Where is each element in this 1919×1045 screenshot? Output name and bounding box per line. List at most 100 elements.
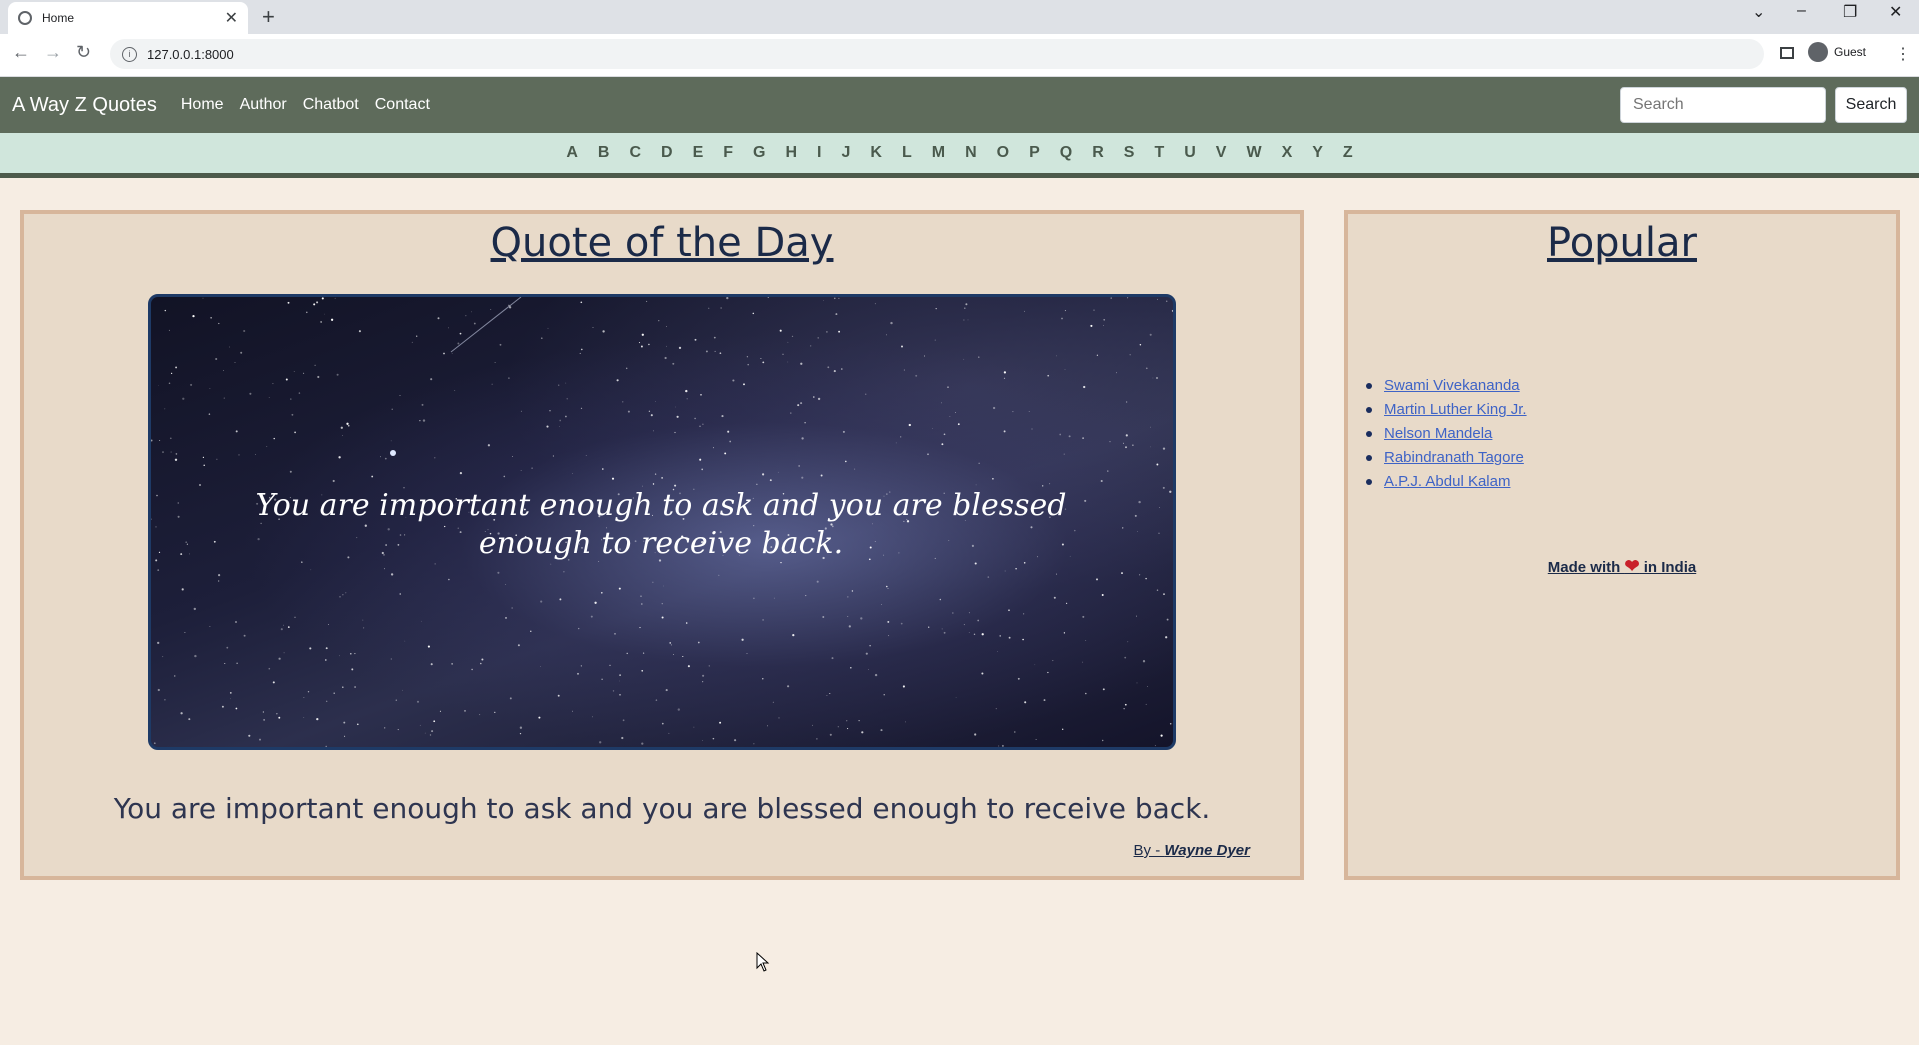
star [324, 659, 327, 661]
star [955, 697, 957, 698]
star [943, 433, 946, 436]
star [190, 383, 193, 386]
letter-link[interactable]: N [965, 144, 977, 162]
profile-button[interactable]: Guest [1808, 42, 1866, 62]
star [981, 633, 984, 636]
star [773, 597, 775, 599]
tab-search-icon[interactable]: ⌄ [1752, 2, 1765, 22]
star [974, 733, 977, 736]
star [209, 388, 211, 389]
letter-link[interactable]: Z [1343, 144, 1353, 162]
letter-link[interactable]: B [598, 144, 610, 162]
star [672, 362, 675, 365]
browser-tab[interactable]: Home ✕ [8, 2, 248, 34]
side-panel-icon[interactable] [1780, 47, 1794, 59]
quote-author-line[interactable]: By - Wayne Dyer [1134, 842, 1250, 859]
quote-image-text: You are important enough to ask and you … [255, 488, 1067, 561]
letter-link[interactable]: Y [1312, 144, 1323, 162]
star [228, 346, 230, 348]
star [580, 301, 583, 304]
letter-link[interactable]: P [1029, 144, 1040, 162]
star [779, 329, 782, 332]
letter-link[interactable]: O [997, 144, 1009, 162]
new-tab-icon[interactable]: + [262, 4, 275, 30]
back-icon[interactable]: ← [12, 42, 30, 63]
letter-link[interactable]: M [932, 144, 945, 162]
star [753, 743, 755, 745]
letter-link[interactable]: H [785, 144, 797, 162]
star [344, 735, 346, 737]
star [1110, 297, 1112, 299]
letter-link[interactable]: I [817, 144, 821, 162]
star [1100, 479, 1103, 483]
minimize-icon[interactable]: – [1797, 2, 1806, 20]
search-button[interactable]: Search [1835, 87, 1907, 123]
letter-link[interactable]: S [1124, 144, 1135, 162]
star [846, 720, 848, 722]
popular-author-link[interactable]: Rabindranath Tagore [1384, 446, 1524, 470]
letter-link[interactable]: G [753, 144, 765, 162]
star [325, 745, 327, 747]
letter-link[interactable]: J [841, 144, 850, 162]
reload-icon[interactable]: ↻ [76, 42, 91, 63]
letter-link[interactable]: D [661, 144, 673, 162]
quote-of-the-day-card: Quote of the Day You are important enoug… [20, 210, 1304, 880]
star [904, 721, 906, 723]
letter-link[interactable]: K [870, 144, 882, 162]
nav-author[interactable]: Author [240, 96, 287, 114]
nav-home[interactable]: Home [181, 96, 224, 114]
star [184, 632, 186, 634]
letter-link[interactable]: F [723, 144, 733, 162]
letter-link[interactable]: E [693, 144, 704, 162]
star [1023, 613, 1025, 615]
search-input[interactable] [1620, 87, 1826, 123]
letter-link[interactable]: R [1092, 144, 1104, 162]
letter-link[interactable]: U [1184, 144, 1196, 162]
close-tab-icon[interactable]: ✕ [225, 8, 238, 28]
letter-link[interactable]: A [566, 144, 578, 162]
letter-link[interactable]: T [1154, 144, 1164, 162]
star [285, 378, 288, 381]
popular-author-link[interactable]: Martin Luther King Jr. [1384, 398, 1527, 422]
star [210, 317, 212, 319]
letter-link[interactable]: V [1216, 144, 1227, 162]
letter-link[interactable]: L [902, 144, 912, 162]
more-menu-icon[interactable]: ⋮ [1895, 44, 1911, 64]
maximize-icon[interactable]: ❐ [1843, 2, 1857, 22]
star [810, 345, 812, 347]
star [188, 553, 190, 555]
address-bar[interactable]: i 127.0.0.1:8000 [110, 39, 1764, 69]
letter-link[interactable]: X [1282, 144, 1293, 162]
star [259, 738, 261, 741]
star [272, 681, 275, 684]
star [159, 439, 161, 441]
letter-link[interactable]: Q [1060, 144, 1072, 162]
star [686, 398, 688, 400]
popular-author-link[interactable]: A.P.J. Abdul Kalam [1384, 470, 1510, 494]
close-window-icon[interactable]: ✕ [1889, 2, 1902, 22]
star [317, 375, 320, 379]
star [676, 415, 679, 418]
letter-link[interactable]: W [1246, 144, 1261, 162]
nav-contact[interactable]: Contact [375, 96, 430, 114]
forward-icon[interactable]: → [44, 42, 62, 63]
brand-link[interactable]: A Way Z Quotes [12, 94, 157, 117]
star [1147, 686, 1148, 687]
popular-author-link[interactable]: Swami Vivekananda [1384, 374, 1520, 398]
star [1145, 703, 1147, 705]
star [451, 663, 453, 665]
nav-chatbot[interactable]: Chatbot [303, 96, 359, 114]
star [313, 303, 316, 306]
letter-link[interactable]: C [629, 144, 641, 162]
star [158, 385, 159, 386]
star [1122, 442, 1125, 444]
star [712, 447, 714, 449]
site-info-icon[interactable]: i [122, 46, 137, 62]
star [235, 430, 238, 433]
star [701, 468, 704, 471]
star [1059, 433, 1062, 436]
popular-author-link[interactable]: Nelson Mandela [1384, 422, 1492, 446]
star [1121, 572, 1123, 575]
star [963, 319, 965, 321]
star [963, 624, 965, 626]
